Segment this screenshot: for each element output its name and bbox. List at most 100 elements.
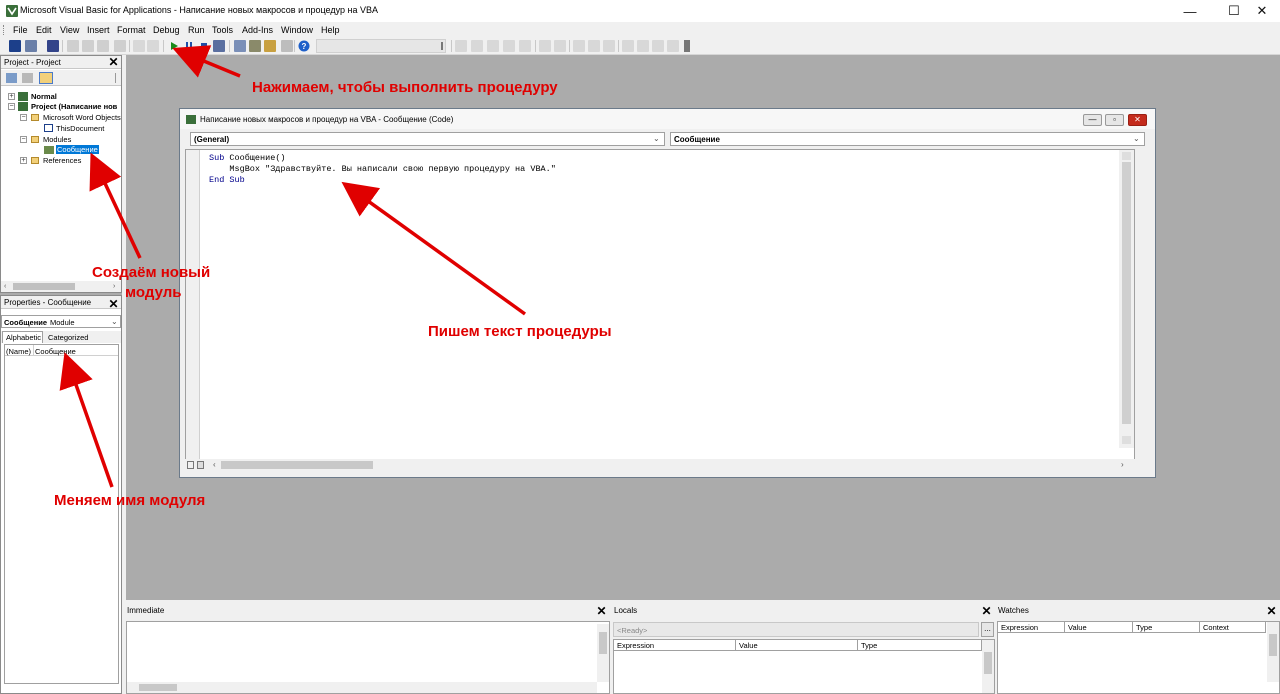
scroll-down-icon[interactable]: [1122, 436, 1131, 444]
tab-categorized[interactable]: Categorized: [45, 332, 93, 343]
scroll-left-icon[interactable]: ‹: [213, 460, 216, 469]
margin-indicator-bar[interactable]: [186, 150, 200, 462]
full-module-view-icon[interactable]: [197, 461, 204, 469]
previous-bookmark-icon[interactable]: [652, 40, 664, 52]
scroll-thumb[interactable]: [1122, 162, 1131, 424]
paste-icon[interactable]: [97, 40, 109, 52]
procedure-combo[interactable]: Сообщение ⌄: [670, 132, 1145, 146]
property-row[interactable]: (Name) Сообщение: [5, 345, 118, 356]
column-header[interactable]: Type: [858, 640, 982, 651]
toggle-bookmark-icon[interactable]: [622, 40, 634, 52]
parameter-info-icon[interactable]: [503, 40, 515, 52]
run-icon[interactable]: [168, 40, 180, 52]
scroll-thumb[interactable]: [984, 652, 992, 674]
scroll-thumb[interactable]: [13, 283, 75, 290]
menu-tools[interactable]: Tools: [212, 25, 233, 35]
code-close-button[interactable]: ✕: [1128, 114, 1147, 126]
tree-item-modules[interactable]: Modules: [43, 135, 71, 144]
list-properties-icon[interactable]: [455, 40, 467, 52]
cut-icon[interactable]: [67, 40, 79, 52]
tree-item-project[interactable]: Project (Написание нов: [31, 102, 117, 111]
menu-file[interactable]: File: [13, 25, 28, 35]
list-constants-icon[interactable]: [471, 40, 483, 52]
scroll-thumb[interactable]: [139, 684, 177, 691]
tree-item-module-selected[interactable]: Сообщение: [56, 145, 99, 154]
view-word-icon[interactable]: [9, 40, 21, 52]
watches-vscroll[interactable]: [1267, 622, 1279, 682]
menu-edit[interactable]: Edit: [36, 25, 52, 35]
project-scrollbar[interactable]: ‹ ›: [1, 281, 121, 292]
menu-add-ins[interactable]: Add-Ins: [242, 25, 273, 35]
save-icon[interactable]: [47, 40, 59, 52]
scroll-thumb[interactable]: [599, 632, 607, 654]
menu-format[interactable]: Format: [117, 25, 146, 35]
properties-icon[interactable]: [249, 40, 261, 52]
expand-icon[interactable]: +: [20, 157, 27, 164]
code-line-2[interactable]: MsgBox "Здравствуйте. Вы написали свою п…: [209, 164, 555, 174]
close-icon[interactable]: ✕: [980, 605, 993, 618]
menu-help[interactable]: Help: [321, 25, 340, 35]
view-object-icon[interactable]: [22, 73, 33, 83]
code-line-3[interactable]: End Sub: [209, 175, 245, 185]
toggle-breakpoint-icon[interactable]: [573, 40, 585, 52]
comment-block-icon[interactable]: [588, 40, 600, 52]
redo-icon[interactable]: [147, 40, 159, 52]
menu-window[interactable]: Window: [281, 25, 313, 35]
column-header[interactable]: Value: [1065, 622, 1133, 633]
design-mode-icon[interactable]: [213, 40, 225, 52]
code-minimize-button[interactable]: —: [1083, 114, 1102, 126]
column-header[interactable]: Expression: [614, 640, 736, 651]
menu-insert[interactable]: Insert: [87, 25, 110, 35]
close-icon[interactable]: ✕: [107, 298, 120, 311]
tab-alphabetic[interactable]: Alphabetic: [2, 331, 43, 343]
locals-vscroll[interactable]: [982, 640, 994, 693]
complete-word-icon[interactable]: [519, 40, 531, 52]
call-stack-button[interactable]: ...: [981, 622, 994, 637]
scroll-thumb[interactable]: [1269, 634, 1277, 656]
scroll-up-icon[interactable]: [1122, 152, 1131, 160]
procedure-view-icon[interactable]: [187, 461, 194, 469]
immediate-hscroll[interactable]: [127, 682, 597, 693]
column-header[interactable]: Context: [1200, 622, 1266, 633]
toggle-folders-icon[interactable]: [39, 72, 53, 84]
code-vertical-scrollbar[interactable]: [1119, 150, 1134, 448]
code-horizontal-scrollbar[interactable]: ‹ ›: [185, 459, 1135, 471]
project-explorer-icon[interactable]: [234, 40, 246, 52]
collapse-icon[interactable]: −: [20, 114, 27, 121]
insert-userform-icon[interactable]: [25, 40, 37, 52]
reset-icon[interactable]: [198, 40, 210, 52]
column-header[interactable]: Type: [1133, 622, 1200, 633]
outdent-icon[interactable]: [554, 40, 566, 52]
close-button[interactable]: ✕: [1244, 0, 1280, 22]
tree-item-word-objects[interactable]: Microsoft Word Objects: [43, 113, 121, 122]
menu-run[interactable]: Run: [188, 25, 205, 35]
close-icon[interactable]: ✕: [595, 605, 608, 618]
collapse-icon[interactable]: −: [8, 103, 15, 110]
scroll-thumb[interactable]: [221, 461, 373, 469]
close-icon[interactable]: ✕: [1265, 605, 1278, 618]
object-combo[interactable]: (General) ⌄: [190, 132, 665, 146]
property-value[interactable]: Сообщение: [35, 347, 76, 356]
toolbox-icon[interactable]: [281, 40, 293, 52]
view-code-icon[interactable]: [6, 73, 17, 83]
copy-icon[interactable]: [82, 40, 94, 52]
tree-item-normal[interactable]: Normal: [31, 92, 57, 101]
indent-icon[interactable]: [539, 40, 551, 52]
column-header[interactable]: Expression: [998, 622, 1065, 633]
quick-info-icon[interactable]: [487, 40, 499, 52]
immediate-vscroll[interactable]: [597, 624, 609, 682]
scroll-right-icon[interactable]: ›: [113, 283, 115, 290]
tree-item-references[interactable]: References: [43, 156, 81, 165]
uncomment-block-icon[interactable]: [603, 40, 615, 52]
menu-debug[interactable]: Debug: [153, 25, 180, 35]
scroll-right-icon[interactable]: ›: [1121, 460, 1124, 469]
code-line-1[interactable]: Sub Сообщение(): [209, 153, 286, 163]
scroll-left-icon[interactable]: ‹: [4, 283, 6, 290]
immediate-input[interactable]: [126, 621, 610, 694]
toolbar-overflow-icon[interactable]: [684, 40, 690, 52]
object-selector[interactable]: Сообщение Module ⌄: [1, 315, 121, 328]
tree-item-this-document[interactable]: ThisDocument: [56, 124, 104, 133]
splitter[interactable]: [122, 55, 126, 694]
minimize-button[interactable]: —: [1172, 0, 1208, 22]
collapse-icon[interactable]: −: [20, 136, 27, 143]
